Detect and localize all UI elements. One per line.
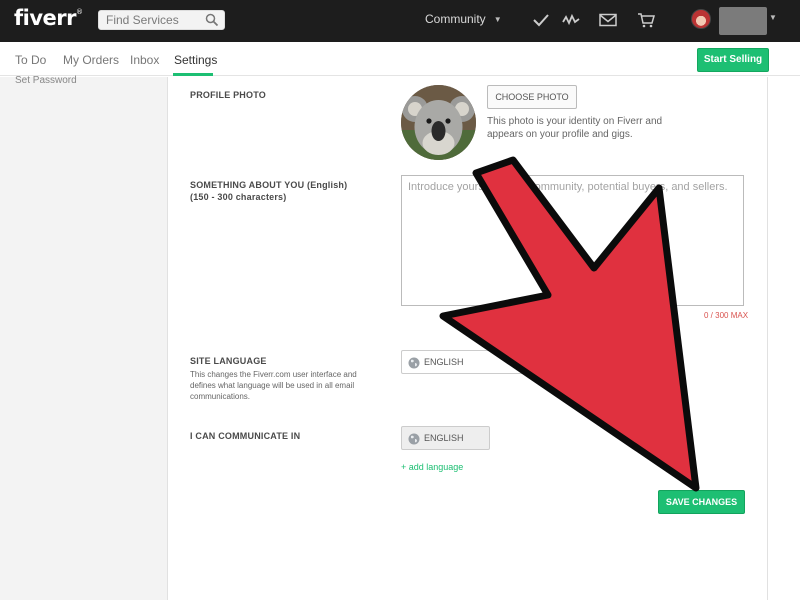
save-changes-button[interactable]: SAVE CHANGES bbox=[658, 490, 745, 514]
add-language-link[interactable]: + add language bbox=[401, 462, 463, 472]
registered-mark: ® bbox=[75, 8, 83, 16]
chevron-down-icon: ▼ bbox=[493, 15, 502, 24]
active-tab-indicator bbox=[173, 73, 213, 76]
account-tabs: To Do My Orders Inbox Settings bbox=[0, 42, 800, 76]
site-language-value: ENGLISH bbox=[424, 357, 464, 367]
start-selling-button[interactable]: Start Selling bbox=[697, 48, 769, 72]
tab-my-orders[interactable]: My Orders bbox=[63, 53, 119, 67]
site-language-description: This changes the Fiverr.com user interfa… bbox=[190, 370, 357, 401]
about-char-range: (150 - 300 characters) bbox=[190, 192, 287, 202]
community-label: Community bbox=[425, 12, 486, 26]
envelope-icon[interactable] bbox=[599, 12, 617, 28]
activity-pulse-icon[interactable] bbox=[562, 12, 580, 28]
globe-icon bbox=[408, 433, 420, 445]
top-navigation-bar: fiverr® Community ▼ ▼ bbox=[0, 0, 800, 42]
shopping-cart-icon[interactable] bbox=[637, 12, 655, 28]
user-menu-chevron-icon[interactable]: ▼ bbox=[769, 13, 777, 22]
user-avatar[interactable] bbox=[691, 9, 711, 29]
search-icon[interactable] bbox=[205, 13, 219, 27]
communication-language-chip[interactable]: ENGLISH bbox=[401, 426, 490, 450]
communicate-label: I CAN COMMUNICATE IN bbox=[190, 431, 301, 441]
communication-language-value: ENGLISH bbox=[424, 433, 464, 443]
about-label: SOMETHING ABOUT YOU (English) bbox=[190, 180, 348, 190]
checkmark-icon[interactable] bbox=[532, 12, 550, 28]
profile-photo[interactable] bbox=[401, 85, 476, 160]
choose-photo-button[interactable]: CHOOSE PHOTO bbox=[487, 85, 577, 109]
tab-settings[interactable]: Settings bbox=[174, 53, 217, 67]
search-input[interactable] bbox=[99, 11, 204, 29]
about-character-counter: 0 / 300 MAX bbox=[704, 311, 749, 320]
site-language-label: SITE LANGUAGE bbox=[190, 356, 267, 366]
settings-sidebar: Set Password bbox=[0, 75, 168, 600]
profile-photo-note: This photo is your identity on Fiverr an… bbox=[487, 116, 663, 140]
site-language-select[interactable]: ENGLISH bbox=[401, 350, 527, 374]
profile-photo-label: PROFILE PHOTO bbox=[190, 90, 266, 100]
search-box bbox=[98, 10, 225, 30]
sidebar-item-set-password[interactable]: Set Password bbox=[15, 75, 77, 86]
username-redacted[interactable] bbox=[719, 7, 767, 35]
settings-panel bbox=[168, 77, 768, 600]
about-textarea[interactable] bbox=[401, 175, 744, 306]
globe-icon bbox=[408, 357, 420, 369]
community-menu[interactable]: Community ▼ bbox=[425, 12, 502, 26]
koala-photo-image bbox=[401, 85, 476, 160]
fiverr-logo[interactable]: fiverr® bbox=[14, 6, 83, 30]
tab-inbox[interactable]: Inbox bbox=[130, 53, 159, 67]
tab-to-do[interactable]: To Do bbox=[15, 53, 46, 67]
